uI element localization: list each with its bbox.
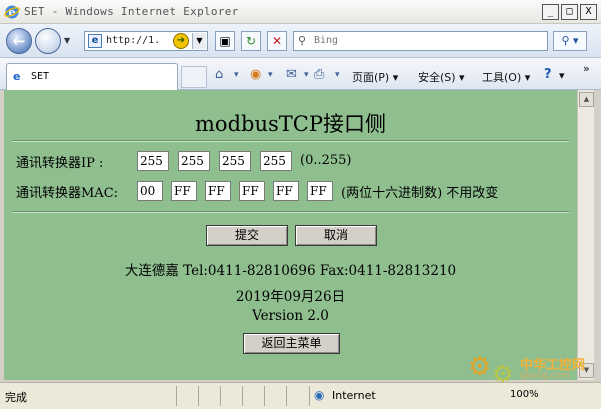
mac-byte-2-input[interactable]: FF <box>171 181 197 201</box>
scroll-up-icon[interactable]: ▲ <box>579 92 594 107</box>
gear-icon: ⚙ <box>492 360 514 388</box>
forward-button[interactable]: → <box>35 28 61 54</box>
security-zone[interactable]: ◉ Internet <box>309 386 454 406</box>
ip-range-note: (0..255) <box>300 153 352 168</box>
status-panel <box>176 386 198 406</box>
new-tab-button[interactable] <box>181 66 207 88</box>
ip-octet-4-input[interactable]: 255 <box>260 151 292 171</box>
maximize-button[interactable]: □ <box>561 4 578 20</box>
status-panel <box>198 386 220 406</box>
submit-button[interactable]: 提交 <box>206 225 288 246</box>
ip-octet-3-input[interactable]: 255 <box>219 151 251 171</box>
refresh-icon[interactable]: ↻ <box>241 31 261 51</box>
mac-byte-4-input[interactable]: FF <box>239 181 265 201</box>
status-panel <box>242 386 264 406</box>
address-input[interactable]: http://1. <box>106 35 160 46</box>
divider <box>12 140 569 142</box>
page-icon: e <box>88 34 102 48</box>
feeds-dropdown-icon[interactable]: ▾ <box>268 70 273 80</box>
tab-set[interactable]: e SET <box>6 63 178 90</box>
back-to-main-menu-button[interactable]: 返回主菜单 <box>243 333 340 354</box>
print-dropdown-icon[interactable]: ▾ <box>335 70 340 80</box>
minimize-button[interactable]: _ <box>542 4 559 20</box>
address-bar[interactable]: e http://1. ➜ ▼ <box>84 31 208 51</box>
mac-byte-5-input[interactable]: FF <box>273 181 299 201</box>
help-icon[interactable]: ? <box>544 67 552 82</box>
window-title: SET - Windows Internet Explorer <box>24 5 239 18</box>
status-text: 完成 <box>5 391 27 404</box>
status-panel <box>220 386 242 406</box>
mac-label: 通讯转换器MAC: <box>16 186 119 201</box>
home-icon[interactable]: ⌂ <box>215 67 223 82</box>
search-placeholder: Bing <box>314 35 339 46</box>
back-button[interactable]: ← <box>6 28 32 54</box>
tab-ie-icon: e <box>13 70 21 83</box>
globe-icon: ◉ <box>314 388 325 402</box>
feeds-icon[interactable]: ◉ <box>250 67 261 82</box>
page-title: modbusTCP接口侧 <box>195 112 386 136</box>
gear-icon: ⚙ <box>468 352 492 382</box>
help-menu[interactable]: ▾ <box>559 69 565 82</box>
contact-info: 大连德嘉 Tel:0411-82810696 Fax:0411-82813210 <box>124 263 457 279</box>
gkong-watermark: ⚙ ⚙ 中华工控网 gkong.com <box>468 350 596 388</box>
watermark-url: gkong.com <box>520 371 570 381</box>
mac-byte-6-input[interactable]: FF <box>307 181 333 201</box>
mail-icon[interactable]: ✉ <box>286 67 297 82</box>
mac-byte-3-input[interactable]: FF <box>205 181 231 201</box>
page-viewport: modbusTCP接口侧 通讯转换器IP : 255 255 255 255 (… <box>4 90 577 380</box>
go-icon[interactable]: ➜ <box>173 33 189 49</box>
cancel-button[interactable]: 取消 <box>295 225 377 246</box>
address-dropdown-icon[interactable]: ▼ <box>192 33 206 49</box>
mac-note: (两位十六进制数) 不用改变 <box>341 186 499 201</box>
navigation-bar: ← → ▼ e http://1. ➜ ▼ ▣ ↻ ✕ ⚲ Bing ⚲ ▾ <box>0 24 601 58</box>
toolbar-overflow-button[interactable]: » <box>583 62 590 75</box>
search-input[interactable]: ⚲ Bing <box>293 31 548 51</box>
search-icon: ⚲ <box>298 34 307 47</box>
status-panel <box>264 386 286 406</box>
zoom-level[interactable]: 100% <box>510 389 539 400</box>
page-menu[interactable]: 页面(P) ▾ <box>352 69 398 85</box>
ip-label: 通讯转换器IP : <box>16 156 104 171</box>
mac-byte-1-input[interactable]: 00 <box>137 181 163 201</box>
safety-menu[interactable]: 安全(S) ▾ <box>418 69 465 85</box>
search-button[interactable]: ⚲ ▾ <box>553 31 587 51</box>
vertical-scrollbar[interactable]: ▲ ▼ <box>577 90 594 380</box>
stop-icon[interactable]: ✕ <box>267 31 287 51</box>
command-bar: e SET ⌂ ▾ ◉ ▾ ✉ ▾ ⎙ ▾ 页面(P) ▾ 安全(S) ▾ 工具… <box>0 58 601 90</box>
tools-menu[interactable]: 工具(O) ▾ <box>482 69 530 85</box>
divider <box>12 211 569 213</box>
status-panel <box>286 386 308 406</box>
home-dropdown-icon[interactable]: ▾ <box>234 70 239 80</box>
zone-label: Internet <box>332 389 376 402</box>
compatibility-view-icon[interactable]: ▣ <box>215 31 235 51</box>
ip-octet-2-input[interactable]: 255 <box>178 151 210 171</box>
date-text: 2019年09月26日 <box>235 289 346 305</box>
ip-octet-1-input[interactable]: 255 <box>137 151 169 171</box>
print-icon[interactable]: ⎙ <box>314 67 324 82</box>
history-dropdown-icon[interactable]: ▼ <box>64 36 70 45</box>
mail-dropdown-icon[interactable]: ▾ <box>304 70 309 80</box>
close-button[interactable]: X <box>580 4 597 20</box>
title-bar: e SET - Windows Internet Explorer _ □ X <box>0 0 601 24</box>
ie-logo-icon: e <box>4 4 20 20</box>
version-text: Version 2.0 <box>252 308 329 324</box>
tab-label: SET <box>31 71 50 82</box>
